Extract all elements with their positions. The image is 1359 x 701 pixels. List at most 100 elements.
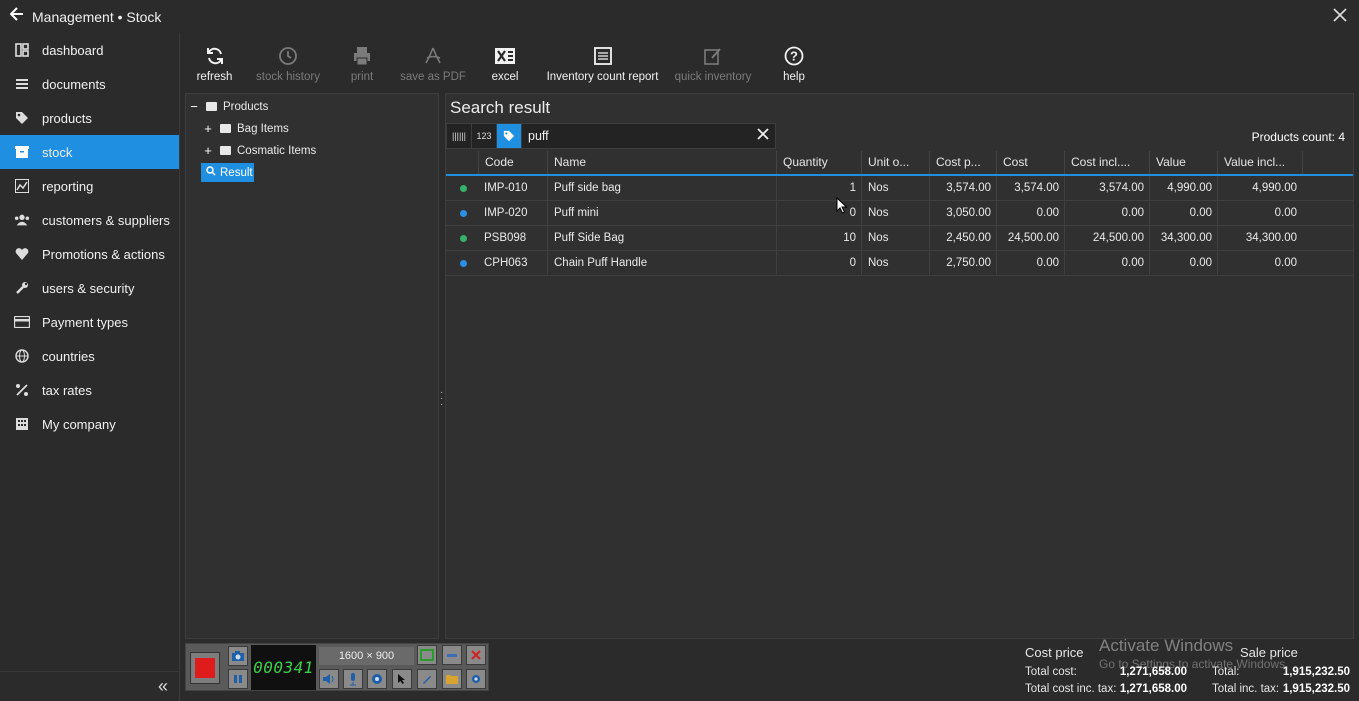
cell-value: 4,990.00: [1149, 176, 1218, 201]
column-header-value-incl[interactable]: Value incl...: [1217, 151, 1303, 174]
tree-node-bag-items[interactable]: + Bag Items: [202, 121, 289, 136]
sidebar-item-tax-rates[interactable]: tax rates: [0, 373, 179, 407]
print-button[interactable]: print: [328, 33, 396, 91]
cell-code: PSB098: [484, 232, 527, 244]
column-header-quantity[interactable]: Quantity: [776, 151, 862, 174]
column-header-cost-incl[interactable]: Cost incl....: [1064, 151, 1150, 174]
sidebar-item-my-company[interactable]: My company: [0, 407, 179, 441]
box-icon: [14, 145, 30, 159]
screen-recorder-widget: 000341 1600 × 900: [185, 643, 489, 691]
sidebar-item-users-security[interactable]: users & security: [0, 271, 179, 305]
sidebar: dashboard documents products stock repor…: [0, 33, 180, 701]
cell-unit: Nos: [861, 176, 930, 201]
cost-price-title: Cost price: [1025, 645, 1084, 660]
cell-name: Puff side bag: [547, 176, 777, 201]
column-header-value[interactable]: Value: [1149, 151, 1218, 174]
panel-splitter[interactable]: · · ·: [440, 388, 444, 410]
cell-value-incl: 4,990.00: [1217, 176, 1303, 201]
table-row[interactable]: CPH063 Chain Puff Handle 0 Nos 2,750.00 …: [446, 251, 1353, 276]
toolbar: refresh stock history print save as PDF …: [181, 33, 1359, 91]
cursor-icon[interactable]: [392, 669, 412, 689]
sidebar-item-label: users & security: [42, 280, 135, 296]
search-input[interactable]: [522, 125, 751, 147]
sidebar-item-products[interactable]: products: [0, 101, 179, 135]
microphone-icon[interactable]: [343, 669, 363, 689]
arrow-left-icon[interactable]: [2, 7, 32, 26]
excel-label: excel: [491, 70, 519, 83]
tree-node-products[interactable]: − Products: [188, 99, 268, 114]
folder-icon: [220, 124, 231, 133]
tree-node-cosmatic-items[interactable]: + Cosmatic Items: [202, 143, 316, 158]
stock-history-button[interactable]: stock history: [248, 33, 328, 91]
inventory-count-report-button[interactable]: Inventory count report: [540, 33, 665, 91]
settings-gear-icon[interactable]: [466, 669, 486, 689]
region-icon[interactable]: [417, 645, 437, 665]
sidebar-item-countries[interactable]: countries: [0, 339, 179, 373]
folder-icon: [206, 102, 217, 111]
sidebar-item-payment-types[interactable]: Payment types: [0, 305, 179, 339]
results-heading: Search result: [450, 98, 551, 117]
wrench-icon: [14, 281, 30, 295]
pdf-icon: [423, 44, 443, 68]
table-row[interactable]: IMP-020 Puff mini 0 Nos 3,050.00 0.00 0.…: [446, 201, 1353, 226]
cell-value: 0.00: [1149, 201, 1218, 226]
total-cost-label: Total cost:: [1025, 666, 1077, 678]
sidebar-item-reporting[interactable]: reporting: [0, 169, 179, 203]
quick-inventory-label: quick inventory: [674, 70, 752, 83]
percent-icon: [14, 383, 30, 397]
pen-icon[interactable]: [417, 669, 437, 689]
webcam-icon[interactable]: [367, 669, 387, 689]
column-header-name[interactable]: Name: [547, 151, 777, 174]
cell-code: CPH063: [484, 257, 528, 269]
help-button[interactable]: ? help: [761, 33, 827, 91]
speaker-icon[interactable]: [319, 669, 339, 689]
camera-icon[interactable]: [228, 646, 248, 666]
column-header-unit[interactable]: Unit o...: [861, 151, 930, 174]
sidebar-item-stock[interactable]: stock: [0, 135, 179, 169]
clear-search-icon[interactable]: [751, 127, 775, 145]
table-row[interactable]: IMP-010 Puff side bag 1 Nos 3,574.00 3,5…: [446, 176, 1353, 201]
quick-inventory-button[interactable]: quick inventory: [665, 33, 761, 91]
cell-cost: 0.00: [996, 251, 1065, 276]
table-row[interactable]: PSB098 Puff Side Bag 10 Nos 2,450.00 24,…: [446, 226, 1353, 251]
window-title: Management • Stock: [32, 8, 162, 25]
close-recorder-icon[interactable]: [466, 645, 486, 665]
sidebar-item-documents[interactable]: documents: [0, 67, 179, 101]
status-dot: [460, 235, 467, 242]
cell-cost-incl: 3,574.00: [1064, 176, 1150, 201]
recording-resolution[interactable]: 1600 × 900: [319, 647, 414, 665]
sidebar-item-promotions[interactable]: Promotions & actions: [0, 237, 179, 271]
cell-cost: 3,574.00: [996, 176, 1065, 201]
refresh-icon: [205, 44, 225, 68]
refresh-button[interactable]: refresh: [181, 33, 248, 91]
column-header-code[interactable]: Code: [478, 151, 548, 174]
sidebar-item-dashboard[interactable]: dashboard: [0, 33, 179, 67]
cell-cost-price: 3,574.00: [929, 176, 997, 201]
sidebar-collapse-button[interactable]: «: [0, 671, 180, 701]
tag-icon: [14, 111, 30, 125]
category-tree: − Products + Bag Items + Cosmatic Items …: [185, 93, 439, 639]
close-icon[interactable]: [1333, 5, 1347, 28]
tag-search-icon[interactable]: [497, 124, 522, 148]
title-bar: Management • Stock: [0, 0, 1359, 33]
heart-icon: [14, 247, 30, 261]
column-header-cost-price[interactable]: Cost p...: [929, 151, 997, 174]
cell-unit: Nos: [861, 226, 930, 251]
minimize-icon[interactable]: [442, 645, 462, 665]
save-as-pdf-button[interactable]: save as PDF: [396, 33, 470, 91]
tree-node-result[interactable]: Result: [201, 163, 254, 182]
pause-icon[interactable]: [228, 669, 248, 689]
stop-record-button[interactable]: [190, 652, 220, 684]
sidebar-item-customers-suppliers[interactable]: customers & suppliers: [0, 203, 179, 237]
cell-value-incl: 0.00: [1217, 201, 1303, 226]
column-header-cost[interactable]: Cost: [996, 151, 1065, 174]
expand-toggle[interactable]: +: [202, 121, 214, 136]
barcode-search-icon[interactable]: ||||||: [447, 124, 472, 148]
folder-icon[interactable]: [442, 669, 462, 689]
expand-toggle[interactable]: +: [202, 143, 214, 158]
collapse-toggle[interactable]: −: [188, 99, 200, 114]
sidebar-item-label: dashboard: [42, 42, 104, 58]
numeric-search-icon[interactable]: 123: [472, 124, 497, 148]
excel-button[interactable]: excel: [470, 33, 540, 91]
status-dot: [460, 185, 467, 192]
